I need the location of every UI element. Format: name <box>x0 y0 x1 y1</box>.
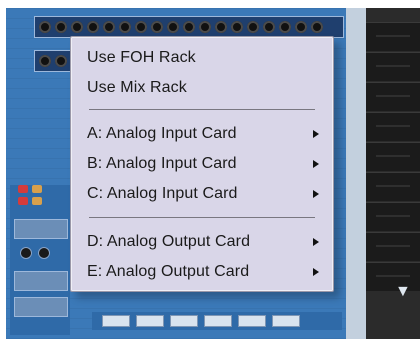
console-strip <box>14 271 68 291</box>
menu-item-d-analog-output-card[interactable]: D: Analog Output Card <box>87 229 323 255</box>
connector-icon <box>103 21 115 33</box>
connector-icon <box>311 21 323 33</box>
connector-icon <box>231 21 243 33</box>
connector-icon <box>215 21 227 33</box>
connector-row-top <box>34 16 344 38</box>
menu-item-a-analog-input-card[interactable]: A: Analog Input Card <box>87 121 323 147</box>
console-slot <box>366 202 420 231</box>
connector-icon <box>199 21 211 33</box>
connector-icon <box>151 21 163 33</box>
indicator-button <box>32 185 42 193</box>
console-side-panel <box>346 8 366 339</box>
console-bottom-strip <box>92 312 342 330</box>
menu-item-label: Use FOH Rack <box>87 49 196 66</box>
console-slot <box>366 112 420 141</box>
submenu-arrow-icon <box>313 238 319 246</box>
console-left-controls <box>10 185 70 335</box>
connector-icon <box>183 21 195 33</box>
submenu-arrow-icon <box>313 190 319 198</box>
menu-item-label: C: Analog Input Card <box>87 185 238 202</box>
menu-item-label: E: Analog Output Card <box>87 263 250 280</box>
menu-item-use-foh-rack[interactable]: Use FOH Rack <box>87 45 323 71</box>
console-slot <box>366 22 420 51</box>
connector-icon <box>87 21 99 33</box>
indicator-button <box>18 197 28 205</box>
console-slot <box>366 82 420 111</box>
knob-icon <box>20 247 32 259</box>
context-menu: Use FOH Rack Use Mix Rack A: Analog Inpu… <box>70 36 334 292</box>
connector-icon <box>263 21 275 33</box>
menu-item-b-analog-input-card[interactable]: B: Analog Input Card <box>87 151 323 177</box>
screen: ▼ Use FOH Rack Use Mix Rack A: Analog In… <box>0 0 420 339</box>
menu-item-label: Use Mix Rack <box>87 79 187 96</box>
connector-icon <box>55 21 67 33</box>
submenu-arrow-icon <box>313 160 319 168</box>
down-triangle-icon: ▼ <box>395 283 411 300</box>
menu-item-e-analog-output-card[interactable]: E: Analog Output Card <box>87 259 323 285</box>
menu-item-label: D: Analog Output Card <box>87 233 251 250</box>
tiny-control <box>272 315 300 327</box>
tiny-control <box>102 315 130 327</box>
menu-item-use-mix-rack[interactable]: Use Mix Rack <box>87 75 323 101</box>
console-slot <box>366 262 420 291</box>
menu-separator <box>89 109 315 110</box>
menu-item-label: B: Analog Input Card <box>87 155 237 172</box>
connector-icon <box>119 21 131 33</box>
indicator-button <box>32 197 42 205</box>
console-slot <box>366 52 420 81</box>
menu-item-c-analog-input-card[interactable]: C: Analog Input Card <box>87 181 323 207</box>
console-strip <box>14 297 68 317</box>
connector-icon <box>247 21 259 33</box>
submenu-arrow-icon <box>313 130 319 138</box>
tiny-control <box>136 315 164 327</box>
console-slot <box>366 232 420 261</box>
tiny-control <box>204 315 232 327</box>
connector-icon <box>167 21 179 33</box>
connector-icon <box>279 21 291 33</box>
console-slot <box>366 172 420 201</box>
tiny-control <box>170 315 198 327</box>
indicator-button <box>18 185 28 193</box>
knob-icon <box>38 247 50 259</box>
connector-icon <box>295 21 307 33</box>
connector-icon <box>55 55 67 67</box>
console-strip <box>14 219 68 239</box>
connector-icon <box>39 55 51 67</box>
menu-separator <box>89 217 315 218</box>
console-slot <box>366 142 420 171</box>
connector-icon <box>71 21 83 33</box>
connector-icon <box>39 21 51 33</box>
tiny-control <box>238 315 266 327</box>
submenu-arrow-icon <box>313 268 319 276</box>
connector-icon <box>135 21 147 33</box>
menu-item-label: A: Analog Input Card <box>87 125 237 142</box>
